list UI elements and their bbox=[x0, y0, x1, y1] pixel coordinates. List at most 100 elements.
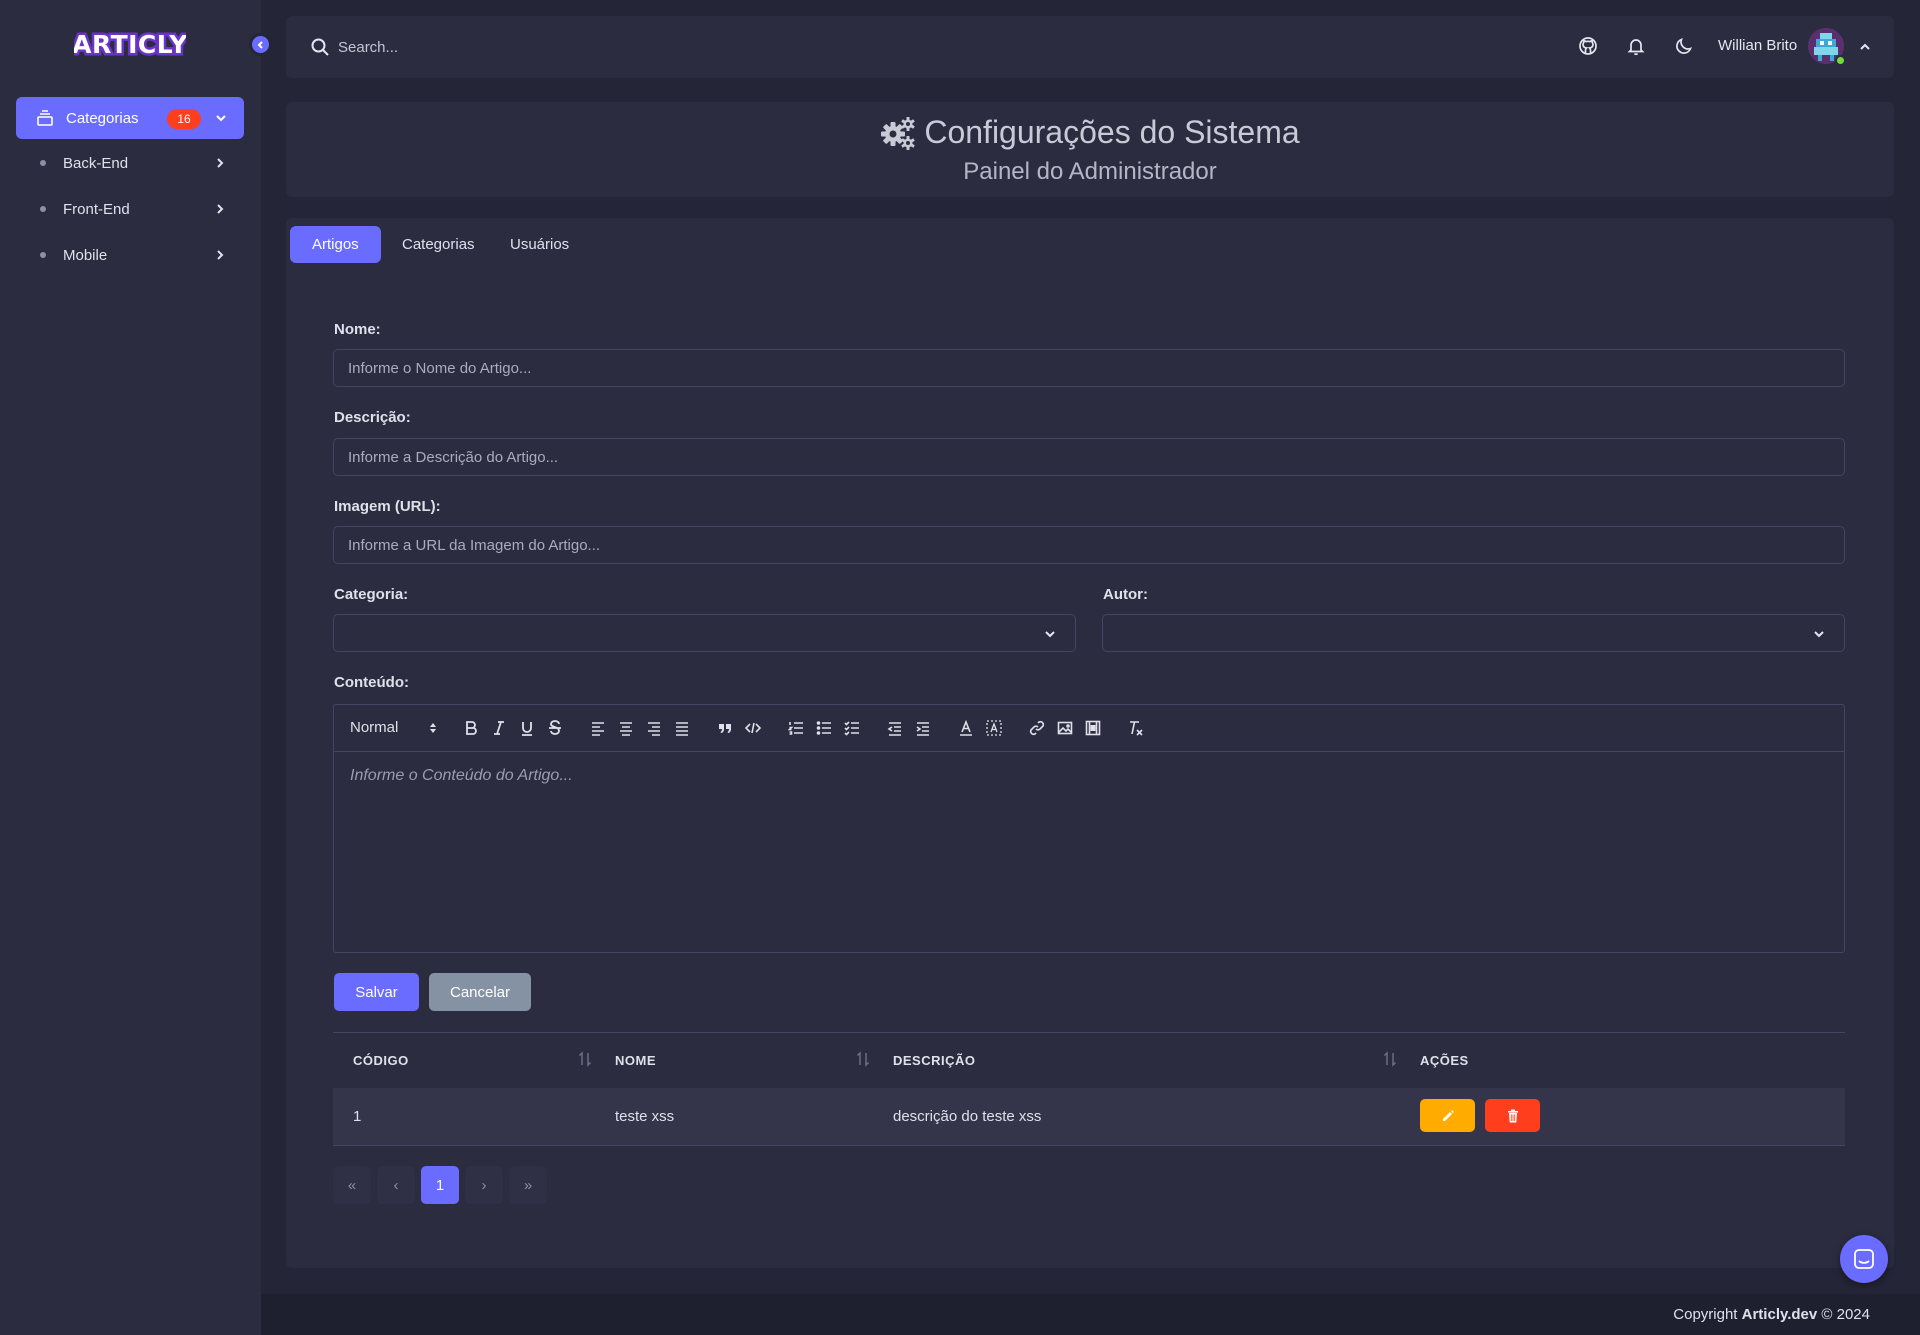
indent-button[interactable] bbox=[913, 718, 933, 738]
pagination-next[interactable]: › bbox=[465, 1166, 503, 1204]
clear-format-icon bbox=[1130, 721, 1143, 736]
sidebar-item-label: Back-End bbox=[63, 154, 129, 172]
sidebar-collapse-button[interactable] bbox=[249, 33, 272, 56]
chevron-down-icon bbox=[1045, 631, 1055, 638]
text-color-button[interactable] bbox=[956, 718, 976, 738]
descricao-field[interactable] bbox=[333, 438, 1845, 476]
imagem-url-field[interactable] bbox=[333, 526, 1845, 564]
sidebar-item-front-end[interactable]: Front-End bbox=[16, 189, 244, 229]
video-button[interactable] bbox=[1083, 718, 1103, 738]
descricao-label: Descrição: bbox=[334, 409, 411, 426]
underline-button[interactable] bbox=[517, 718, 537, 738]
column-header-descricao[interactable]: DESCRIÇÃO bbox=[893, 1053, 976, 1068]
nome-field[interactable] bbox=[333, 349, 1845, 387]
blockquote-button[interactable] bbox=[715, 718, 735, 738]
chevron-left-icon bbox=[257, 40, 263, 49]
image-button[interactable] bbox=[1055, 718, 1075, 738]
categoria-label: Categoria: bbox=[334, 586, 409, 603]
heading-format-select[interactable]: Normal bbox=[350, 719, 438, 736]
tab-categorias[interactable]: Categorias bbox=[380, 226, 497, 263]
tab-artigos[interactable]: Artigos bbox=[290, 226, 381, 263]
column-header-nome[interactable]: NOME bbox=[615, 1053, 656, 1068]
pagination-first[interactable]: « bbox=[333, 1166, 371, 1204]
video-icon bbox=[1085, 720, 1101, 736]
search-input[interactable] bbox=[338, 34, 738, 60]
chevron-down-icon bbox=[1814, 631, 1824, 638]
code-block-button[interactable] bbox=[743, 718, 763, 738]
column-header-codigo[interactable]: CÓDIGO bbox=[353, 1053, 409, 1068]
articly-logo[interactable]: ARTICLY bbox=[74, 26, 186, 62]
copyright-text: Copyright Articly.dev © 2024 bbox=[1673, 1306, 1870, 1323]
main-card: Artigos Categorias Usuários Nome: Descri… bbox=[286, 218, 1894, 1268]
autor-label: Autor: bbox=[1103, 586, 1148, 603]
sidebar-item-back-end[interactable]: Back-End bbox=[16, 143, 244, 183]
online-status-indicator bbox=[1835, 55, 1846, 66]
sidebar-menu-categorias[interactable]: Categorias 16 bbox=[16, 97, 244, 139]
moon-icon[interactable] bbox=[1674, 36, 1694, 56]
nome-label: Nome: bbox=[334, 321, 381, 338]
tab-usuarios[interactable]: Usuários bbox=[488, 226, 591, 263]
table-header: CÓDIGO NOME DESCRIÇÃO AÇÕES bbox=[333, 1032, 1845, 1088]
pagination-prev[interactable]: ‹ bbox=[377, 1166, 415, 1204]
chevron-right-icon bbox=[217, 158, 224, 168]
sidebar: ARTICLY Categorias 16 Back-End Front-End… bbox=[0, 0, 261, 1335]
outdent-button[interactable] bbox=[885, 718, 905, 738]
categories-count-badge: 16 bbox=[167, 109, 201, 129]
pagination-page-1[interactable]: 1 bbox=[421, 1166, 459, 1204]
check-list-button[interactable] bbox=[842, 718, 862, 738]
align-right-button[interactable] bbox=[644, 718, 664, 738]
chevron-right-icon bbox=[217, 204, 224, 214]
align-center-icon bbox=[620, 722, 632, 736]
align-left-button[interactable] bbox=[588, 718, 608, 738]
background-color-button[interactable] bbox=[984, 718, 1004, 738]
sort-icon[interactable] bbox=[1383, 1051, 1397, 1067]
sidebar-menu-label: Categorias bbox=[66, 109, 139, 127]
link-button[interactable] bbox=[1027, 718, 1047, 738]
clear-format-button[interactable] bbox=[1126, 718, 1146, 738]
sidebar-item-mobile[interactable]: Mobile bbox=[16, 235, 244, 275]
rich-text-editor: Normal Informe o Conteúdo do Artigo... bbox=[333, 704, 1845, 953]
align-left-icon bbox=[592, 722, 604, 736]
user-name[interactable]: Willian Brito bbox=[1718, 37, 1797, 54]
logo-text: ARTICLY bbox=[74, 30, 186, 59]
chat-support-button[interactable] bbox=[1840, 1235, 1888, 1283]
justify-button[interactable] bbox=[672, 718, 692, 738]
sort-icon[interactable] bbox=[578, 1051, 592, 1067]
indent-icon bbox=[916, 722, 929, 736]
editor-toolbar: Normal bbox=[334, 705, 1844, 752]
footer-brand[interactable]: Articly.dev bbox=[1742, 1306, 1818, 1323]
bullet-icon bbox=[40, 252, 46, 258]
align-justify-icon bbox=[676, 722, 688, 736]
ordered-list-button[interactable] bbox=[786, 718, 806, 738]
imagem-label: Imagem (URL): bbox=[334, 498, 441, 515]
bold-button[interactable] bbox=[461, 718, 481, 738]
image-icon bbox=[1057, 721, 1073, 735]
heading-format-value: Normal bbox=[350, 719, 399, 736]
page-header-card: Configurações do Sistema Painel do Admin… bbox=[286, 102, 1894, 197]
link-icon bbox=[1029, 720, 1045, 736]
bullet-list-button[interactable] bbox=[814, 718, 834, 738]
cancel-button[interactable]: Cancelar bbox=[429, 973, 531, 1011]
top-navbar: Willian Brito bbox=[286, 16, 1894, 78]
save-button[interactable]: Salvar bbox=[334, 973, 419, 1011]
italic-button[interactable] bbox=[489, 718, 509, 738]
sort-icon[interactable] bbox=[856, 1051, 870, 1067]
editor-content-area[interactable]: Informe o Conteúdo do Artigo... bbox=[350, 767, 573, 785]
underline-icon bbox=[522, 722, 532, 736]
highlight-icon bbox=[986, 720, 1002, 736]
chat-icon bbox=[1854, 1249, 1874, 1269]
chevron-up-icon[interactable] bbox=[1859, 41, 1871, 53]
github-icon[interactable] bbox=[1578, 36, 1598, 56]
pagination-last[interactable]: » bbox=[509, 1166, 547, 1204]
categoria-select[interactable] bbox=[333, 614, 1076, 652]
conteudo-label: Conteúdo: bbox=[334, 674, 409, 691]
delete-button[interactable] bbox=[1485, 1099, 1540, 1132]
align-center-button[interactable] bbox=[616, 718, 636, 738]
strike-button[interactable] bbox=[545, 718, 565, 738]
font-color-icon bbox=[960, 720, 972, 736]
edit-button[interactable] bbox=[1420, 1099, 1475, 1132]
autor-select[interactable] bbox=[1102, 614, 1845, 652]
cell-descricao: descrição do teste xss bbox=[893, 1108, 1042, 1125]
italic-icon bbox=[494, 721, 504, 735]
bell-icon[interactable] bbox=[1626, 36, 1646, 56]
